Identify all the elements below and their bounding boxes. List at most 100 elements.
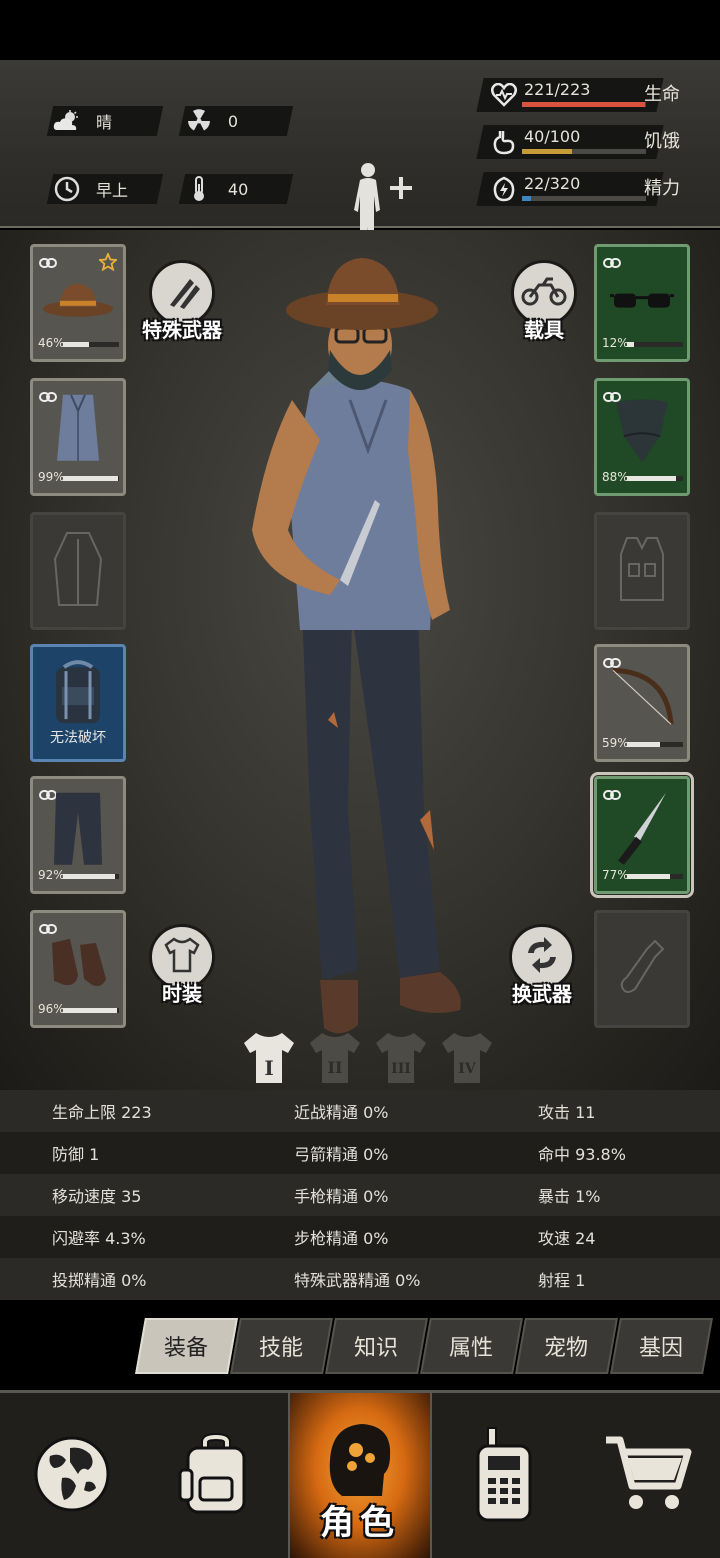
outfit-set-1-label: I [264, 1056, 273, 1080]
stats-row: 生命上限 223 近战精通 0% 攻击 11 [0, 1090, 720, 1132]
slot-bow[interactable]: 59% [594, 644, 690, 762]
walkie-talkie-icon [474, 1426, 534, 1526]
durability-text: 88% [602, 470, 629, 484]
durability-text: 59% [602, 736, 629, 750]
durability-text: 99% [38, 470, 65, 484]
stats-row: 闪避率 4.3% 步枪精通 0% 攻速 24 [0, 1216, 720, 1258]
tab-genes[interactable]: 基因 [610, 1318, 713, 1374]
energy-icon [490, 176, 518, 202]
bow-icon [607, 662, 677, 736]
stat-cell: 攻击 11 [538, 1103, 596, 1122]
outfit-set-tabs: I II III IV [240, 1030, 496, 1086]
tab-pets[interactable]: 宠物 [515, 1318, 618, 1374]
slot-glasses[interactable]: 12% [594, 244, 690, 362]
hat-icon [41, 279, 115, 323]
energy-label: 精力 [644, 178, 680, 199]
section-tabs-bar: 装备 技能 知识 属性 宠物 基因 [0, 1300, 720, 1390]
outfit-set-2[interactable]: II [306, 1030, 364, 1086]
durability-bar [63, 342, 119, 347]
globe-icon [32, 1434, 112, 1518]
slot-shoes[interactable]: 96% [30, 910, 126, 1028]
motorcycle-icon [521, 275, 567, 311]
status-header: 晴 0 早上 40 221/223 生命 40/100 饥饿 22/320 精力 [0, 60, 720, 260]
fashion-button[interactable]: 时装 [142, 924, 222, 1007]
slot-shirt[interactable]: 99% [30, 378, 126, 496]
stats-row: 移动速度 35 手枪精通 0% 暴击 1% [0, 1174, 720, 1216]
durability-text: 46% [38, 336, 65, 350]
glasses-icon [610, 288, 674, 316]
nav-character[interactable]: 角色 [288, 1393, 432, 1558]
character-head-icon [322, 1416, 398, 1506]
nav-inventory[interactable] [144, 1393, 288, 1558]
stat-cell: 移动速度 35 [52, 1187, 142, 1206]
slot-vest-empty[interactable] [594, 512, 690, 630]
durability-text: 92% [38, 868, 65, 882]
slot-backpack[interactable]: 无法破坏 [30, 644, 126, 762]
stats-table: 生命上限 223 近战精通 0% 攻击 11 防御 1 弓箭精通 0% 命中 9… [0, 1090, 720, 1300]
durability-bar [627, 476, 683, 481]
nav-radio[interactable] [432, 1393, 576, 1558]
tab-label: 装备 [164, 1336, 209, 1361]
durability-bar [627, 742, 683, 747]
outfit-set-3[interactable]: III [372, 1030, 430, 1086]
tab-label: 知识 [354, 1336, 399, 1361]
vest-placeholder-icon [617, 534, 667, 608]
coat-placeholder-icon [53, 529, 103, 613]
energy-value: 22/320 [524, 174, 581, 193]
tab-equipment[interactable]: 装备 [135, 1318, 238, 1374]
radiation-icon [182, 109, 216, 133]
tab-attributes[interactable]: 属性 [420, 1318, 523, 1374]
time-text: 早上 [96, 181, 129, 200]
heart-icon [490, 82, 518, 108]
stat-cell: 步枪精通 0% [294, 1229, 389, 1248]
outfit-set-4[interactable]: IV [438, 1030, 496, 1086]
bottle-placeholder-icon [617, 937, 667, 1001]
link-icon [603, 253, 621, 272]
backpack-icon [176, 1432, 256, 1520]
radiation-value: 0 [228, 111, 239, 131]
radiation-chip: 0 [178, 106, 294, 136]
outfit-set-3-label: III [391, 1061, 411, 1077]
temperature-chip: 40 [178, 174, 294, 204]
vehicle-label: 载具 [524, 318, 564, 342]
durability-bar [627, 342, 683, 347]
fashion-label: 时装 [162, 982, 202, 1006]
slot-coat-empty[interactable] [30, 512, 126, 630]
pants-icon [50, 789, 106, 873]
outfit-set-1[interactable]: I [240, 1030, 298, 1086]
nav-shop[interactable] [576, 1393, 720, 1558]
tab-skills[interactable]: 技能 [230, 1318, 333, 1374]
nav-world-map[interactable] [0, 1393, 144, 1558]
hunger-value: 40/100 [524, 127, 581, 146]
special-weapon-button[interactable]: 特殊武器 [142, 260, 222, 343]
slot-throwable-empty[interactable] [594, 910, 690, 1028]
slot-pants[interactable]: 92% [30, 776, 126, 894]
shoes-icon [46, 935, 110, 997]
weather-text: 晴 [96, 113, 113, 132]
outfit-set-4-label: IV [458, 1061, 477, 1077]
slot-knife[interactable]: 77% [590, 772, 694, 898]
tab-knowledge[interactable]: 知识 [325, 1318, 428, 1374]
health-stat: 221/223 生命 [476, 78, 700, 112]
vehicle-button[interactable]: 载具 [504, 260, 584, 343]
slot-hat[interactable]: 46% [30, 244, 126, 362]
weather-chip: 晴 [46, 106, 164, 136]
backpack-caption: 无法破坏 [50, 730, 106, 746]
temperature-value: 40 [228, 179, 249, 199]
link-icon [39, 253, 57, 272]
switch-weapon-label: 换武器 [512, 982, 572, 1006]
tab-label: 宠物 [544, 1336, 589, 1361]
durability-text: 96% [38, 1002, 65, 1016]
cart-icon [604, 1434, 692, 1518]
bottom-nav: 角色 [0, 1390, 720, 1558]
stat-cell: 命中 93.8% [538, 1145, 626, 1164]
durability-bar [63, 1008, 119, 1013]
slot-bandana[interactable]: 88% [594, 378, 690, 496]
hunger-stat: 40/100 饥饿 [476, 125, 700, 159]
stomach-icon [490, 129, 518, 155]
durability-bar [63, 476, 119, 481]
status-bar-area [0, 0, 720, 60]
switch-weapon-button[interactable]: 换武器 [502, 924, 582, 1007]
durability-text: 12% [602, 336, 629, 350]
tshirt-icon [162, 937, 202, 977]
